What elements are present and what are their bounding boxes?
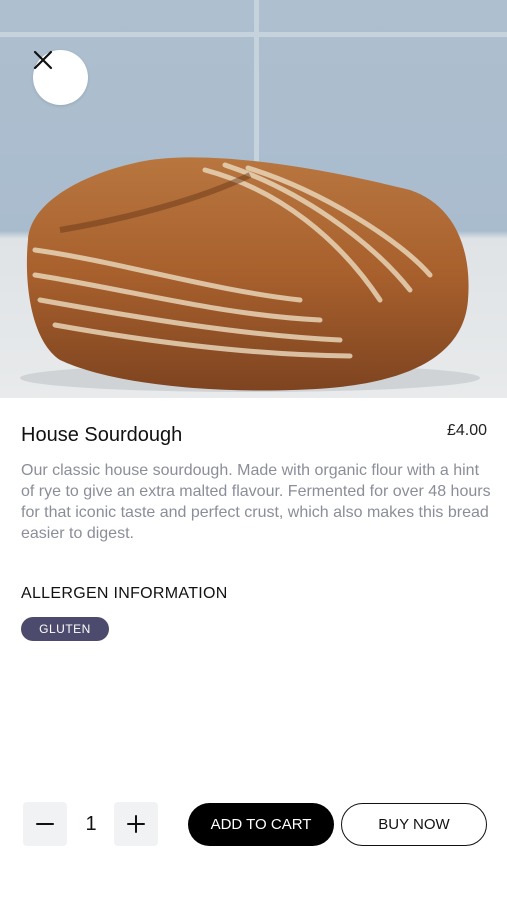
buy-now-button[interactable]: BUY NOW	[341, 803, 487, 846]
product-image	[0, 0, 507, 398]
close-button[interactable]	[33, 50, 88, 105]
quantity-value: 1	[85, 812, 97, 835]
plus-icon	[127, 815, 145, 833]
decrease-quantity-button[interactable]	[23, 802, 67, 846]
allergen-heading: ALLERGEN INFORMATION	[21, 585, 228, 602]
product-description: Our classic house sourdough. Made with o…	[21, 462, 491, 542]
allergen-badge-gluten: GLUTEN	[21, 617, 109, 641]
close-icon	[33, 50, 53, 70]
add-to-cart-button[interactable]: ADD TO CART	[188, 803, 334, 846]
minus-icon	[36, 823, 54, 825]
product-price: £4.00	[446, 422, 487, 439]
product-title: House Sourdough	[21, 424, 183, 446]
increase-quantity-button[interactable]	[114, 802, 158, 846]
